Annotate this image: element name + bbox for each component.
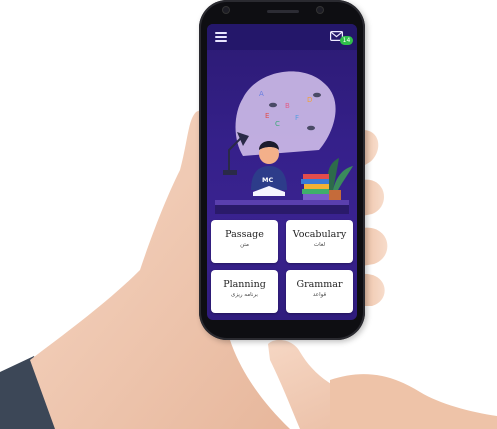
floating-letter: B (285, 102, 290, 110)
floating-letter: E (265, 112, 269, 120)
smartphone: 14 A B C D E F MC Passage متن Vocabulary… (199, 0, 365, 340)
front-camera (223, 7, 229, 13)
card-subtitle: قواعد (312, 292, 327, 298)
planning-card[interactable]: Planning برنامه ریزی (211, 270, 278, 313)
floating-letter: A (259, 90, 264, 98)
card-subtitle: لغات (313, 242, 326, 248)
passage-card[interactable]: Passage متن (211, 220, 278, 263)
sensor (317, 7, 323, 13)
grammar-card[interactable]: Grammar قواعد (286, 270, 353, 313)
card-title: Planning (223, 279, 266, 290)
student-reading-illustration: A B C D E F MC (215, 71, 353, 214)
phone-speaker (267, 10, 299, 13)
app-top-bar: 14 (207, 24, 357, 50)
card-title: Vocabulary (292, 229, 347, 240)
floating-letter: F (295, 114, 299, 122)
card-title: Passage (225, 229, 264, 240)
vocabulary-card[interactable]: Vocabulary لغات (286, 220, 353, 263)
card-subtitle: متن (240, 242, 249, 248)
floating-letter: C (275, 120, 280, 128)
card-subtitle: برنامه ریزی (231, 292, 258, 298)
hamburger-menu-icon[interactable] (215, 32, 227, 42)
product-mockup-scene: 14 A B C D E F MC Passage متن Vocabulary… (0, 0, 497, 429)
card-title: Grammar (296, 279, 343, 290)
notification-badge: 14 (340, 36, 353, 45)
app-screen: 14 A B C D E F MC Passage متن Vocabulary… (207, 24, 357, 320)
floating-letter: D (307, 96, 312, 104)
shirt-logo: MC (262, 176, 273, 184)
